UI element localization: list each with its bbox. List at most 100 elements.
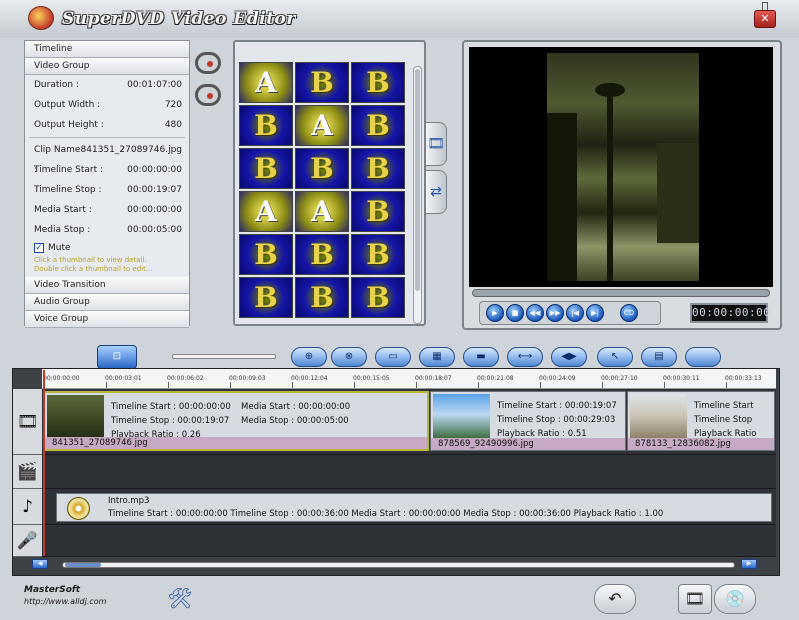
field-duration: Duration :00:01:07:00 xyxy=(34,80,182,90)
transition-thumbnail[interactable]: B xyxy=(239,234,293,275)
tool-icon[interactable]: ⊗ xyxy=(331,347,367,367)
video-clip[interactable]: Timeline Start : 00:00:00:00 Timeline St… xyxy=(43,391,429,451)
transition-thumbnail[interactable]: B xyxy=(239,148,293,189)
divider xyxy=(29,137,185,138)
transition-thumbnail[interactable]: B xyxy=(351,148,405,189)
mute-checkbox[interactable]: ✓ xyxy=(34,243,44,253)
transition-thumbnail[interactable]: B xyxy=(239,277,293,318)
properties-panel: Timeline Video Group Duration :00:01:07:… xyxy=(24,40,190,328)
clip-name: 878569_92490996.jpg xyxy=(431,438,625,450)
gallery-scroll-thumb[interactable] xyxy=(415,69,420,291)
voice-track xyxy=(42,525,776,557)
time-display: 00:00:00:00 xyxy=(690,303,770,323)
transition-thumbnail[interactable]: A xyxy=(239,191,293,232)
preview-image xyxy=(547,53,699,281)
lamp-shape xyxy=(595,83,625,97)
scroll-track[interactable] xyxy=(62,562,735,568)
zoom-slider[interactable] xyxy=(172,354,276,359)
group-video-transition[interactable]: Video Transition xyxy=(25,277,189,294)
transition-thumbnail[interactable]: B xyxy=(351,191,405,232)
video-clip[interactable]: Timeline Start Timeline Stop Playback Ra… xyxy=(627,391,775,451)
preview-panel: ▶ ■ ◀◀ ▶▶ |◀ ▶| CD 00:00:00:00 xyxy=(462,40,782,330)
field-output-width: Output Width :720 xyxy=(34,100,182,110)
tools-icon[interactable]: 🛠 xyxy=(166,586,194,612)
transition-thumbnail[interactable]: B xyxy=(295,277,349,318)
tool-icon[interactable]: ▦ xyxy=(419,347,455,367)
app-logo-icon xyxy=(28,6,54,30)
transition-thumbnail[interactable]: B xyxy=(295,62,349,103)
play-button[interactable]: ▶ xyxy=(486,304,504,322)
audio-track: Intro.mp3 Timeline Start : 00:00:00:00 T… xyxy=(42,489,776,525)
storyboard-view-button[interactable]: ⊡ xyxy=(97,345,137,369)
scroll-thumb[interactable] xyxy=(65,563,101,567)
audio-clip[interactable]: Intro.mp3 Timeline Start : 00:00:00:00 T… xyxy=(56,493,772,522)
export-icon[interactable]: 🎞 xyxy=(678,584,712,614)
seek-bar[interactable] xyxy=(472,289,770,297)
group-audio[interactable]: Audio Group xyxy=(25,294,189,311)
timeline: 00:00:00:00 00:00:03:01 00:00:06:02 00:00:0… xyxy=(12,368,780,576)
ruler-tick-mark xyxy=(168,382,169,388)
ruler-tick-label: 00:00:09:03 xyxy=(229,375,266,382)
tool-icon[interactable]: ↖ xyxy=(597,347,633,367)
ruler-tick-label: 00:00:33:13 xyxy=(725,375,762,382)
cd-button[interactable]: CD xyxy=(620,304,638,322)
ruler-tick-label: 00:00:06:02 xyxy=(167,375,204,382)
playhead[interactable] xyxy=(43,370,45,556)
ruler-tick-mark xyxy=(416,382,417,388)
video-clip[interactable]: Timeline Start : 00:00:19:07 Timeline St… xyxy=(430,391,626,451)
tool-icon[interactable]: ▬ xyxy=(463,347,499,367)
transition-thumbnail[interactable]: A xyxy=(295,105,349,146)
video-preview xyxy=(469,47,773,287)
scroll-right-button[interactable]: ▶ xyxy=(741,559,757,569)
tool-icon[interactable]: ⟷ xyxy=(507,347,543,367)
field-timeline-start: Timeline Start :00:00:00:00 xyxy=(34,165,182,175)
mute-toggle[interactable]: ✓ Mute xyxy=(25,240,189,256)
ruler-tick-label: 00:00:03:01 xyxy=(105,375,142,382)
clip-thumbnail xyxy=(47,395,104,440)
transition-thumbnail[interactable]: B xyxy=(295,234,349,275)
transition-thumbnail[interactable]: B xyxy=(351,62,405,103)
ring-rivet-icon xyxy=(207,93,213,99)
ruler-tick-mark xyxy=(106,382,107,388)
group-timeline[interactable]: Timeline xyxy=(25,41,189,58)
transition-thumbnail[interactable]: B xyxy=(239,105,293,146)
video-track: Timeline Start : 00:00:00:00 Timeline St… xyxy=(42,389,776,455)
hint-text: Double click a thumbnail to edit... xyxy=(34,265,153,273)
app-title: SuperDVD Video Editor xyxy=(62,9,296,29)
transition-track xyxy=(42,455,776,489)
prev-frame-button[interactable]: |◀ xyxy=(566,304,584,322)
transition-thumbnail[interactable]: B xyxy=(351,105,405,146)
gallery-scrollbar[interactable] xyxy=(413,66,422,324)
clip-thumbnail xyxy=(433,394,490,439)
tool-icon[interactable]: ⊕ xyxy=(291,347,327,367)
company-url[interactable]: http://www.alldj.com xyxy=(24,597,106,606)
timeline-scrollbar[interactable]: ◀ ▶ xyxy=(32,559,776,571)
tool-icon[interactable]: ◀▶ xyxy=(551,347,587,367)
music-track-icon: ♪ xyxy=(13,489,42,525)
ring-hook-icon xyxy=(195,84,221,106)
transition-thumbnail[interactable]: A xyxy=(295,191,349,232)
undo-button[interactable]: ↶ xyxy=(594,584,636,614)
burn-disc-button[interactable]: 💿 xyxy=(714,584,756,614)
tool-icon[interactable]: ▤ xyxy=(641,347,677,367)
group-voice[interactable]: Voice Group xyxy=(25,311,189,328)
transition-thumbnail[interactable]: A xyxy=(239,62,293,103)
close-button[interactable]: ✕ xyxy=(754,10,776,28)
time-ruler[interactable]: 00:00:00:00 00:00:03:01 00:00:06:02 00:00:0… xyxy=(42,369,776,389)
ruler-tick-label: 00:00:12:04 xyxy=(291,375,328,382)
tool-icon[interactable]: ▭ xyxy=(375,347,411,367)
lamp-post-shape xyxy=(607,89,613,281)
building-shape xyxy=(547,113,577,281)
forward-button[interactable]: ▶▶ xyxy=(546,304,564,322)
scroll-left-button[interactable]: ◀ xyxy=(32,559,48,569)
transition-tab-icon[interactable]: ⇄ xyxy=(425,170,447,214)
transition-thumbnail[interactable]: B xyxy=(351,277,405,318)
transition-thumbnail[interactable]: B xyxy=(295,148,349,189)
next-frame-button[interactable]: ▶| xyxy=(586,304,604,322)
group-video[interactable]: Video Group xyxy=(25,58,189,75)
rewind-button[interactable]: ◀◀ xyxy=(526,304,544,322)
transition-thumbnail[interactable]: B xyxy=(351,234,405,275)
video-tab-icon[interactable]: 🎞 xyxy=(425,122,447,166)
stop-button[interactable]: ■ xyxy=(506,304,524,322)
tool-icon[interactable] xyxy=(685,347,721,367)
